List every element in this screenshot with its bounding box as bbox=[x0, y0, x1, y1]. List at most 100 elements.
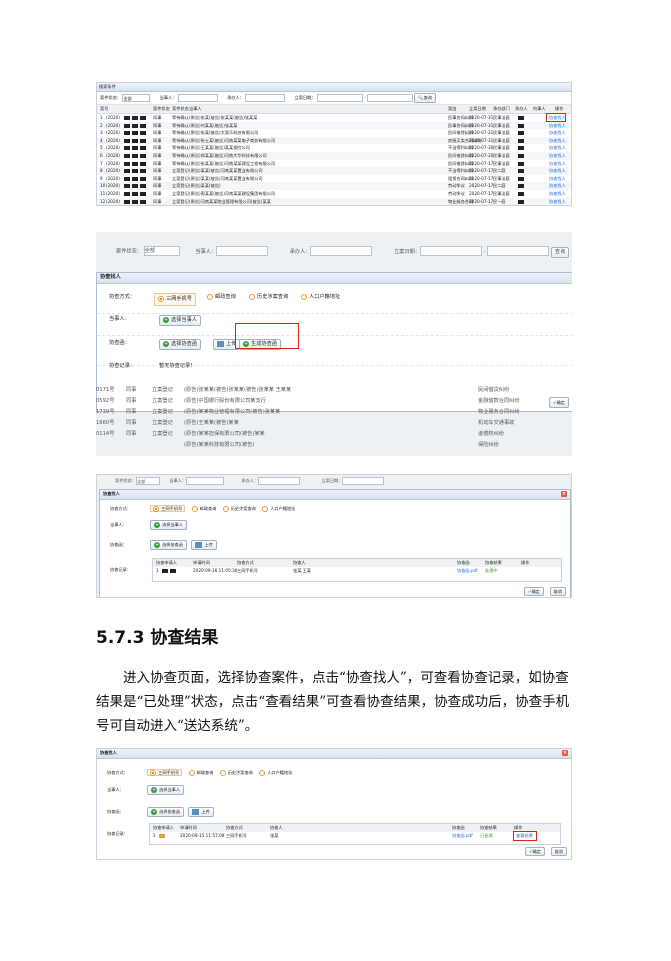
doc-row-3: 协查函： + 选择协查函 上传 bbox=[110, 540, 217, 550]
record-row: 协查记录： 暂无协查记录！ bbox=[109, 363, 196, 369]
assist-find-link[interactable]: 协查找人 bbox=[549, 205, 566, 206]
select-doc-button-4[interactable]: + 选择协查函 bbox=[147, 807, 185, 817]
cell-r: 物业服务合同纠纷 bbox=[478, 409, 520, 415]
cell-pre: (2020) bbox=[106, 175, 120, 181]
date-from[interactable] bbox=[316, 94, 363, 102]
option-post-3[interactable]: 邮政查询 bbox=[191, 506, 216, 512]
cell-status: 同事 bbox=[153, 122, 162, 128]
close-icon[interactable]: × bbox=[562, 750, 568, 756]
record-table-3: 协查申请人 申请时间 协查方式 协查人 协查函 协查结果 操作 1 2020-0… bbox=[152, 558, 562, 582]
cell-n: 13 bbox=[100, 205, 105, 206]
table-row: 9 (2020) 同事 立案登记 (原告)某某(被告)河南某某置业有限公司 租赁合同纠纷 2… bbox=[97, 175, 571, 183]
cancel-button-4[interactable]: 取消 bbox=[550, 846, 567, 856]
option-phone-3[interactable]: 三网手机号 bbox=[150, 505, 186, 512]
cell-stage: 立案登记 bbox=[172, 168, 189, 174]
table-row: 2 (2020) 同事 等待确认 (原告)刘某某(被告)张某某 民事合同纠纷 2020-07… bbox=[97, 121, 571, 130]
option-post[interactable]: 邮政查询 bbox=[207, 293, 236, 302]
option-post-4[interactable]: 邮政查询 bbox=[188, 770, 213, 776]
upload-button-4[interactable]: 上传 bbox=[188, 807, 214, 817]
cell-stage: 立案登记 bbox=[172, 183, 189, 189]
table-row: (原告)某某科技有限公司(被告) 保险纠纷 bbox=[96, 441, 572, 451]
select-party-button-4[interactable]: + 选择当事人 bbox=[147, 785, 185, 795]
highlight-box bbox=[546, 113, 566, 122]
bg-filter-row-3: 案件状态：全部 当事人： 承办人： 立案日期： bbox=[115, 477, 385, 485]
cell-dept: 民事法庭 bbox=[493, 160, 510, 166]
party-input[interactable] bbox=[177, 94, 218, 102]
cell-stage: 等待确认 bbox=[172, 115, 189, 120]
cell-no: 1739号 bbox=[96, 409, 115, 415]
cell-st: 立案登记 bbox=[152, 409, 173, 415]
cell-dept: 民一庭 bbox=[493, 198, 506, 204]
cell-status: 同事 bbox=[153, 145, 162, 151]
cell-dept: 民二庭 bbox=[493, 168, 506, 174]
cell-dept: 民事法庭 bbox=[493, 191, 510, 196]
select-party-button-3[interactable]: + 选择当事人 bbox=[150, 520, 188, 530]
redacted-block bbox=[517, 205, 525, 206]
select-party-button[interactable]: + 选择当事人 bbox=[159, 315, 201, 326]
option-household[interactable]: 人口户籍地址 bbox=[301, 293, 340, 302]
table-row: 4 (2020) 同事 等待确认 (原告)张士某(被告)河南某某电子商务有限公司 房屋买卖… bbox=[97, 136, 571, 145]
cell-party: (原告)王某某(被告)某某保险公司 bbox=[189, 145, 250, 151]
panel-title: 搜索条件 bbox=[99, 84, 116, 89]
option-phone[interactable]: 三网手机号 bbox=[154, 293, 196, 306]
cell-stage: 等待确认 bbox=[172, 122, 189, 128]
cell-status: 同事 bbox=[153, 160, 162, 166]
cell-stage: 立案登记 bbox=[172, 205, 189, 206]
status-select[interactable]: 全部 bbox=[122, 94, 151, 102]
cell-no: 0171号 bbox=[96, 387, 115, 393]
assist-find-link[interactable]: 协查找人 bbox=[549, 122, 566, 130]
cell-party: (原告)某某(被告) bbox=[189, 183, 221, 189]
option-household-3[interactable]: 人口户籍地址 bbox=[262, 506, 295, 512]
cell-date: 2020-07-31 bbox=[469, 115, 494, 120]
cancel-button-3[interactable]: 取消 bbox=[549, 586, 566, 596]
handler-input[interactable] bbox=[245, 94, 286, 102]
option-history-4[interactable]: 历史涉案查询 bbox=[219, 770, 253, 776]
dialog-title: 协查找人 bbox=[100, 274, 121, 280]
confirm-button-4[interactable]: ✔确定 bbox=[525, 846, 545, 856]
assist-find-link[interactable]: 协查找人 bbox=[549, 152, 566, 160]
cell-n: 4 bbox=[100, 137, 103, 143]
close-icon[interactable]: × bbox=[561, 491, 567, 497]
select-doc-button-3[interactable]: + 选择协查函 bbox=[150, 540, 188, 550]
cell-status: 同事 bbox=[153, 191, 162, 196]
table-row: 13(2020) 同事 立案登记(原告)王某某(被告)河南某某房地产有限公司 不当得利… bbox=[97, 205, 571, 206]
bg-search-button[interactable]: 查询 bbox=[550, 246, 570, 258]
confirm-button-3[interactable]: ✔确定 bbox=[524, 586, 544, 596]
cell-p: (原告)某某科技有限公司(被告) bbox=[184, 442, 255, 448]
doc-link-4[interactable]: 协查函.pdf bbox=[452, 832, 473, 840]
search-button[interactable]: 🔍查询 bbox=[414, 93, 436, 103]
assist-find-link[interactable]: 协查找人 bbox=[549, 198, 566, 205]
cell-pre: (2020) bbox=[106, 168, 120, 174]
redacted-block bbox=[517, 122, 525, 130]
option-history[interactable]: 历史涉案查询 bbox=[249, 293, 288, 302]
cell-date: 2020-07-31 bbox=[469, 130, 494, 136]
assist-find-link[interactable]: 协查找人 bbox=[549, 137, 566, 145]
assist-find-link[interactable]: 协查找人 bbox=[549, 175, 566, 183]
redacted-block bbox=[517, 137, 525, 145]
dialog-title-bar-3: 协查找人 × bbox=[100, 490, 570, 500]
upload-button-3[interactable]: 上传 bbox=[191, 540, 217, 550]
cell-pre: (2020) bbox=[106, 130, 120, 136]
redacted-block bbox=[123, 114, 147, 122]
cell-party: (原告)刘某某(被告)张某某 bbox=[189, 122, 238, 128]
redacted-block bbox=[517, 175, 525, 183]
select-doc-button[interactable]: + 选择协查函 bbox=[159, 339, 201, 350]
cell-s: 同事 bbox=[126, 398, 137, 404]
assist-find-link[interactable]: 协查找人 bbox=[549, 144, 566, 152]
assist-find-link[interactable]: 协查找人 bbox=[549, 167, 566, 175]
cell-no: 1660号 bbox=[96, 420, 115, 426]
redacted-block bbox=[517, 152, 525, 160]
assist-find-link[interactable]: 协查找人 bbox=[549, 129, 566, 137]
redacted-block bbox=[517, 114, 525, 122]
option-phone-4[interactable]: 三网手机号 bbox=[147, 769, 183, 776]
cell-p: (原告)王某某(被告)某某 bbox=[184, 420, 239, 426]
option-history-3[interactable]: 历史涉案查询 bbox=[222, 506, 256, 512]
assist-find-link[interactable]: 协查找人 bbox=[549, 190, 566, 198]
option-household-4[interactable]: 人口户籍地址 bbox=[259, 770, 292, 776]
assist-find-link[interactable]: 协查找人 bbox=[549, 160, 566, 168]
date-to[interactable] bbox=[367, 94, 414, 102]
assist-find-link[interactable]: 协查找人 bbox=[549, 182, 566, 190]
party-row-4: 当事人： + 选择当事人 bbox=[107, 785, 185, 795]
cell-s: 同事 bbox=[126, 409, 137, 415]
doc-link-3[interactable]: 协查函.pdf bbox=[457, 567, 478, 575]
